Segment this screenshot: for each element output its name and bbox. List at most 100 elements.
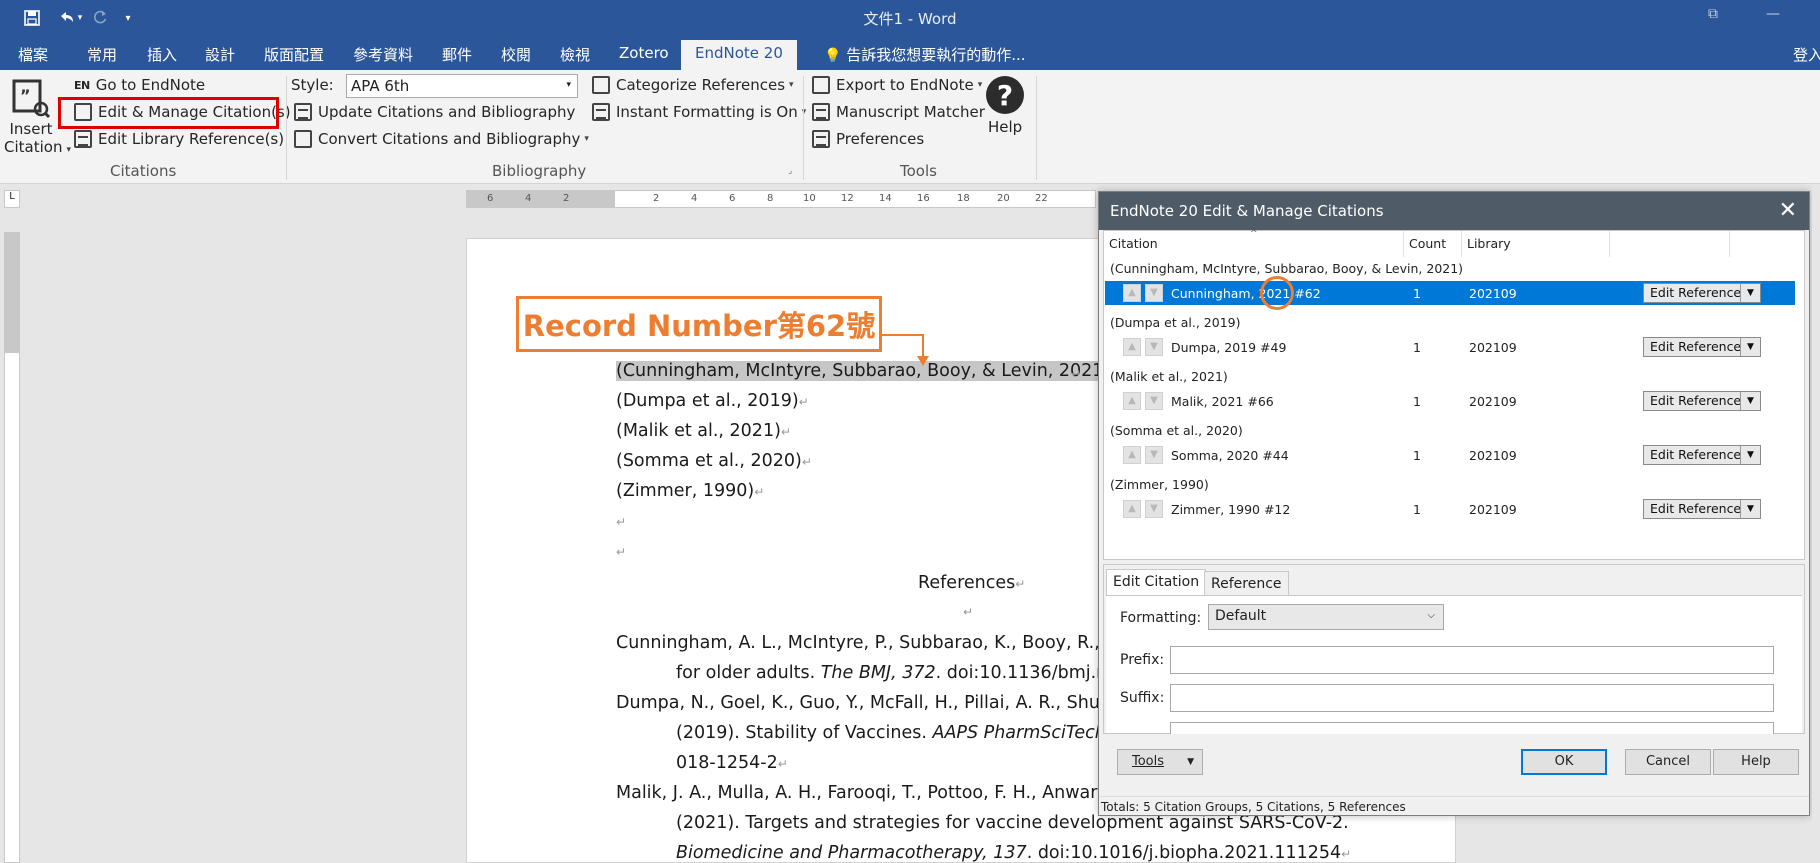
- edit-reference-button[interactable]: Edit Reference ▼: [1643, 337, 1761, 357]
- move-down-icon[interactable]: ▼: [1145, 338, 1163, 356]
- citation-text: (Cunningham, McIntyre, Subbarao, Booy, &…: [616, 361, 1111, 381]
- tab-edit-citation[interactable]: Edit Citation: [1106, 569, 1207, 595]
- library-cell: 202109: [1469, 394, 1517, 409]
- export-to-endnote-button[interactable]: Export to EndNote ▾: [812, 76, 982, 94]
- ruler-tick: 14: [879, 193, 892, 204]
- prefix-input[interactable]: [1170, 646, 1774, 674]
- citation-line[interactable]: (Cunningham, McIntyre, Subbarao, Booy, &…: [616, 361, 1111, 381]
- tab-file[interactable]: 檔案: [18, 44, 48, 65]
- help-button-label[interactable]: Help: [988, 118, 1022, 136]
- style-dropdown[interactable]: APA 6th ▾: [346, 74, 578, 98]
- edit-library-reference-button[interactable]: Edit Library Reference(s): [74, 130, 284, 148]
- cancel-button[interactable]: Cancel: [1625, 749, 1711, 775]
- go-to-endnote-button[interactable]: EN Go to EndNote: [74, 76, 205, 94]
- citation-row[interactable]: ▲ ▼ Somma, 2020 #44 1 202109 Edit Refere…: [1105, 443, 1795, 467]
- chevron-down-icon[interactable]: ▼: [1740, 500, 1760, 518]
- help-icon[interactable]: ?: [986, 76, 1024, 114]
- insert-citation-label-1: Insert: [9, 120, 53, 138]
- tab-references[interactable]: 參考資料: [353, 44, 413, 65]
- move-up-icon[interactable]: ▲: [1123, 446, 1141, 464]
- reference-entry-line[interactable]: Dumpa, N., Goel, K., Guo, Y., McFall, H.…: [616, 693, 1131, 713]
- tab-zotero[interactable]: Zotero: [619, 44, 669, 62]
- citation-line[interactable]: (Somma et al., 2020)↵: [616, 451, 812, 471]
- tab-layout[interactable]: 版面配置: [264, 44, 324, 65]
- tab-reference[interactable]: Reference: [1204, 571, 1289, 595]
- tab-mailings[interactable]: 郵件: [442, 44, 472, 65]
- citations-grid: Citation ^ Count Library (Cunningham, Mc…: [1103, 229, 1805, 560]
- move-down-icon[interactable]: ▼: [1145, 446, 1163, 464]
- citation-row[interactable]: ▲ ▼ Dumpa, 2019 #49 1 202109 Edit Refere…: [1105, 335, 1795, 359]
- callout-line: [882, 334, 924, 336]
- chevron-down-icon[interactable]: ▼: [1740, 446, 1760, 464]
- update-citations-button[interactable]: Update Citations and Bibliography: [294, 103, 575, 121]
- vertical-ruler[interactable]: [4, 232, 20, 863]
- citation-row[interactable]: ▲ ▼ Malik, 2021 #66 1 202109 Edit Refere…: [1105, 389, 1795, 413]
- chevron-down-icon: ⌵: [1427, 610, 1435, 621]
- edit-reference-button[interactable]: Edit Reference ▼: [1643, 445, 1761, 465]
- move-down-icon[interactable]: ▼: [1145, 284, 1163, 302]
- signin-link[interactable]: 登入: [1793, 44, 1820, 65]
- tab-endnote[interactable]: EndNote 20: [681, 40, 797, 70]
- column-header-library[interactable]: Library: [1462, 231, 1610, 257]
- library-cell: 202109: [1469, 340, 1517, 355]
- tab-review[interactable]: 校閱: [501, 44, 531, 65]
- move-down-icon[interactable]: ▼: [1145, 392, 1163, 410]
- reference-entry-line[interactable]: (2019). Stability of Vaccines. AAPS Phar…: [676, 723, 1139, 743]
- tell-me-box[interactable]: 💡 告訴我您想要執行的動作...: [824, 44, 1026, 65]
- chevron-down-icon[interactable]: ▼: [1740, 284, 1760, 302]
- reference-entry-line[interactable]: (2021). Targets and strategies for vacci…: [676, 813, 1349, 833]
- formatting-dropdown[interactable]: Default ⌵: [1208, 604, 1444, 630]
- insert-citation-button[interactable]: ” Insert Citation ▾: [4, 76, 71, 160]
- vertical-scrollbar[interactable]: [1812, 184, 1820, 863]
- manuscript-matcher-button[interactable]: Manuscript Matcher: [812, 103, 985, 121]
- horizontal-ruler[interactable]: 6 4 2 2 4 6 8 10 12 14 16 18 20 22: [466, 190, 1096, 208]
- column-header-count[interactable]: Count: [1404, 231, 1462, 257]
- move-up-icon[interactable]: ▲: [1123, 284, 1141, 302]
- close-icon[interactable]: ✕: [1779, 198, 1797, 223]
- citation-line[interactable]: (Dumpa et al., 2019)↵: [616, 391, 809, 411]
- citation-line[interactable]: (Zimmer, 1990)↵: [616, 481, 764, 501]
- library-reference-icon: [74, 130, 92, 148]
- chevron-down-icon[interactable]: ▼: [1740, 338, 1760, 356]
- ruler-tick: 16: [917, 193, 930, 204]
- reference-entry-line[interactable]: Malik, J. A., Mulla, A. H., Farooqi, T.,…: [616, 783, 1131, 803]
- dialog-title-bar[interactable]: EndNote 20 Edit & Manage Citations ✕: [1099, 192, 1809, 230]
- citation-line[interactable]: (Malik et al., 2021)↵: [616, 421, 791, 441]
- tools-button[interactable]: Tools ▼: [1117, 749, 1203, 775]
- move-up-icon[interactable]: ▲: [1123, 500, 1141, 518]
- ruler-tick: 4: [525, 193, 532, 204]
- reference-entry-line[interactable]: Cunningham, A. L., McIntyre, P., Subbara…: [616, 633, 1145, 653]
- move-up-icon[interactable]: ▲: [1123, 392, 1141, 410]
- edit-reference-button[interactable]: Edit Reference ▼: [1643, 283, 1761, 303]
- edit-reference-button[interactable]: Edit Reference ▼: [1643, 391, 1761, 411]
- pages-input[interactable]: [1170, 722, 1774, 734]
- tab-stop-selector[interactable]: L: [4, 190, 20, 208]
- citation-row[interactable]: ▲ ▼ Zimmer, 1990 #12 1 202109 Edit Refer…: [1105, 497, 1795, 521]
- reference-entry-line[interactable]: for older adults. The BMJ, 372. doi:10.1…: [676, 663, 1130, 683]
- move-down-icon[interactable]: ▼: [1145, 500, 1163, 518]
- suffix-input[interactable]: [1170, 684, 1774, 712]
- tab-view[interactable]: 檢視: [560, 44, 590, 65]
- tab-insert[interactable]: 插入: [147, 44, 177, 65]
- chevron-down-icon[interactable]: ▼: [1740, 392, 1760, 410]
- citation-row[interactable]: ▲ ▼ Cunningham, 2021 #62 1 202109 Edit R…: [1105, 281, 1795, 305]
- ruler-tick: 20: [997, 193, 1010, 204]
- ok-button[interactable]: OK: [1521, 749, 1607, 775]
- categorize-references-button[interactable]: Categorize References ▾: [592, 76, 794, 94]
- help-button[interactable]: Help: [1713, 749, 1799, 775]
- tab-home[interactable]: 常用: [87, 44, 117, 65]
- reference-entry-line[interactable]: Biomedicine and Pharmacotherapy, 137. do…: [676, 843, 1351, 863]
- reference-entry-line[interactable]: 018-1254-2↵: [676, 753, 788, 773]
- dialog-launcher-icon[interactable]: ⌟: [788, 166, 792, 176]
- edit-reference-button[interactable]: Edit Reference ▼: [1643, 499, 1761, 519]
- preferences-button[interactable]: Preferences: [812, 130, 924, 148]
- convert-citations-button[interactable]: Convert Citations and Bibliography ▾: [294, 130, 589, 148]
- minimize-icon[interactable]: —: [1766, 6, 1780, 22]
- instant-formatting-button[interactable]: Instant Formatting is On ▾: [592, 103, 806, 121]
- citation-details-panel: Edit Citation Reference Formatting: Defa…: [1103, 564, 1805, 734]
- restore-ribbon-icon[interactable]: ⧉: [1708, 6, 1718, 22]
- move-up-icon[interactable]: ▲: [1123, 338, 1141, 356]
- separator: [803, 76, 804, 180]
- tab-design[interactable]: 設計: [205, 44, 235, 65]
- group-label-citations: Citations: [110, 162, 177, 180]
